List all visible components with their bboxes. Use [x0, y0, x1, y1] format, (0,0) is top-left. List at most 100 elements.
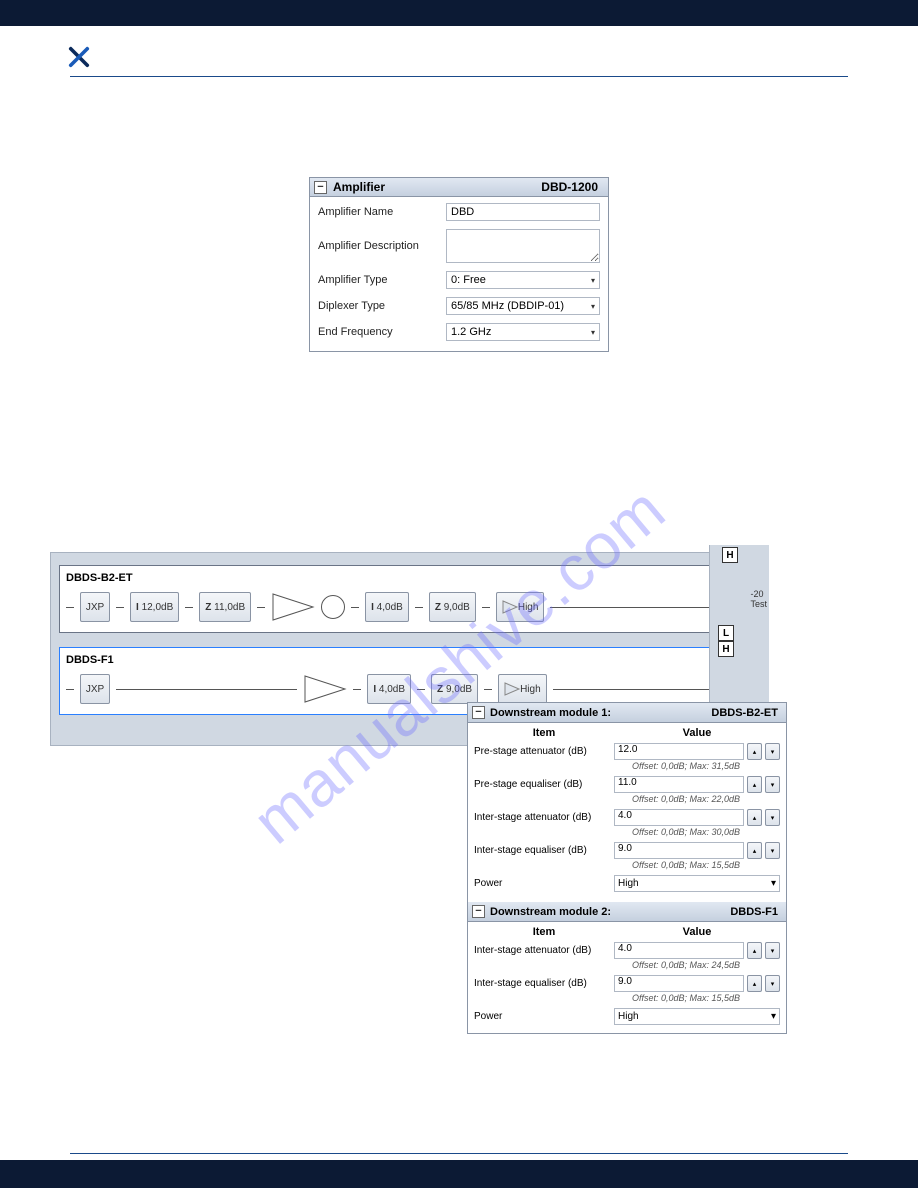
spin-down-button[interactable]: ▾: [765, 743, 780, 760]
spin-up-button[interactable]: ▴: [747, 942, 762, 959]
module-1-box[interactable]: DBDS-B2-ET JXP I 12,0dB Z 11,0dB I 4,0dB…: [59, 565, 741, 633]
amplifier-panel-header[interactable]: − Amplifier DBD-1200: [310, 178, 608, 197]
logo-row: [70, 46, 848, 68]
int-eq-input[interactable]: 9.0: [614, 842, 744, 859]
power-value: High: [618, 878, 639, 889]
downstream-1-header[interactable]: − Downstream module 1: DBDS-B2-ET: [468, 703, 786, 723]
downstream-1-module: DBDS-B2-ET: [711, 707, 782, 719]
diplexer-type-value: 65/85 MHz (DBDIP-01): [451, 300, 564, 312]
spin-up-button[interactable]: ▴: [747, 975, 762, 992]
col-item: Item: [474, 926, 614, 938]
pre-att-value: 12,0dB: [142, 602, 174, 613]
pre-eq-input[interactable]: 11.0: [614, 776, 744, 793]
int-att-input[interactable]: 4.0: [614, 809, 744, 826]
pre-eq-label: Pre-stage equaliser (dB): [474, 779, 614, 790]
amplifier-panel-model: DBD-1200: [541, 180, 604, 194]
lower-area: DBDS-B2-ET JXP I 12,0dB Z 11,0dB I 4,0dB…: [70, 552, 848, 1082]
int-eq-value: 9,0dB: [446, 684, 472, 695]
spin-down-button[interactable]: ▾: [765, 842, 780, 859]
chevron-down-icon: ▾: [591, 302, 595, 311]
spin-up-button[interactable]: ▴: [747, 776, 762, 793]
pre-att-block[interactable]: I 12,0dB: [130, 592, 179, 622]
footer-rule: [70, 1153, 848, 1154]
downstream-1-body: ItemValue Pre-stage attenuator (dB)12.0▴…: [468, 723, 786, 902]
jxp-block[interactable]: JXP: [80, 674, 110, 704]
power-label: Power: [474, 878, 614, 889]
logo-icon: [68, 46, 90, 68]
equaliser-icon: Z: [205, 602, 211, 613]
amplifier-panel-body: Amplifier Name Amplifier Description Amp…: [310, 197, 608, 351]
equaliser-icon: Z: [437, 684, 443, 695]
pre-eq-hint: Offset: 0,0dB; Max: 22,0dB: [474, 794, 780, 804]
spin-down-button[interactable]: ▾: [765, 942, 780, 959]
pre-att-label: Pre-stage attenuator (dB): [474, 746, 614, 757]
amplifier-name-label: Amplifier Name: [318, 206, 446, 218]
spin-up-button[interactable]: ▴: [747, 743, 762, 760]
power-value: High: [518, 602, 539, 613]
chevron-down-icon: ▾: [591, 276, 595, 285]
power-block[interactable]: High: [496, 592, 545, 622]
jxp-block[interactable]: JXP: [80, 592, 110, 622]
pre-eq-block[interactable]: Z 11,0dB: [199, 592, 251, 622]
int-eq-input[interactable]: 9.0: [614, 975, 744, 992]
power-select[interactable]: High▾: [614, 875, 780, 892]
h-port-icon: H: [722, 547, 738, 563]
amplifier-panel: − Amplifier DBD-1200 Amplifier Name Ampl…: [309, 177, 609, 352]
int-att-input[interactable]: 4.0: [614, 942, 744, 959]
spin-down-button[interactable]: ▾: [765, 809, 780, 826]
amplifier-icon: [303, 674, 347, 704]
pre-att-hint: Offset: 0,0dB; Max: 31,5dB: [474, 761, 780, 771]
power-value: High: [520, 684, 541, 695]
coupler-icon: [321, 595, 345, 619]
int-att-value: 4,0dB: [377, 602, 403, 613]
int-eq-value: 9,0dB: [444, 602, 470, 613]
power-block[interactable]: High: [498, 674, 547, 704]
attenuator-icon: I: [371, 602, 374, 613]
header-rule: [70, 76, 848, 77]
collapse-icon[interactable]: −: [472, 706, 485, 719]
pre-att-input[interactable]: 12.0: [614, 743, 744, 760]
chevron-down-icon: ▾: [771, 1011, 776, 1022]
amplifier-name-input[interactable]: [446, 203, 600, 221]
spin-down-button[interactable]: ▾: [765, 975, 780, 992]
end-frequency-value: 1.2 GHz: [451, 326, 491, 338]
testpoint-label: -20Test: [750, 589, 767, 609]
equaliser-icon: Z: [435, 602, 441, 613]
collapse-icon[interactable]: −: [472, 905, 485, 918]
spin-up-button[interactable]: ▴: [747, 842, 762, 859]
diplexer-type-select[interactable]: 65/85 MHz (DBDIP-01) ▾: [446, 297, 600, 315]
int-eq-block[interactable]: Z 9,0dB: [429, 592, 476, 622]
diplexer-type-label: Diplexer Type: [318, 300, 446, 312]
module-2-title: DBDS-F1: [66, 654, 734, 666]
int-att-block[interactable]: I 4,0dB: [365, 592, 409, 622]
collapse-icon[interactable]: −: [314, 181, 327, 194]
amplifier-desc-label: Amplifier Description: [318, 240, 446, 252]
spin-down-button[interactable]: ▾: [765, 776, 780, 793]
l-port-icon: L: [718, 625, 734, 641]
end-frequency-select[interactable]: 1.2 GHz▾: [446, 323, 600, 341]
int-eq-label: Inter-stage equaliser (dB): [474, 845, 614, 856]
page-content: − Amplifier DBD-1200 Amplifier Name Ampl…: [0, 26, 918, 1112]
amplifier-desc-input[interactable]: [446, 229, 600, 263]
power-value: High: [618, 1011, 639, 1022]
int-att-hint: Offset: 0,0dB; Max: 30,0dB: [474, 827, 780, 837]
int-eq-hint: Offset: 0,0dB; Max: 15,5dB: [474, 860, 780, 870]
module-1-title: DBDS-B2-ET: [66, 572, 734, 584]
downstream-2-header[interactable]: − Downstream module 2: DBDS-F1: [468, 902, 786, 922]
int-att-label: Inter-stage attenuator (dB): [474, 945, 614, 956]
int-att-block[interactable]: I 4,0dB: [367, 674, 411, 704]
bottom-bar: [0, 1160, 918, 1188]
amplifier-type-value: 0: Free: [451, 274, 486, 286]
power-select[interactable]: High ▾: [614, 1008, 780, 1025]
downstream-2-module: DBDS-F1: [730, 906, 782, 918]
int-att-hint: Offset: 0,0dB; Max: 24,5dB: [474, 960, 780, 970]
int-eq-block[interactable]: Z 9,0dB: [431, 674, 478, 704]
col-value: Value: [614, 926, 780, 938]
pre-eq-value: 11,0dB: [214, 602, 245, 613]
amplifier-type-select[interactable]: 0: Free ▾: [446, 271, 600, 289]
downstream-2-body: ItemValue Inter-stage attenuator (dB)4.0…: [468, 922, 786, 1033]
spin-up-button[interactable]: ▴: [747, 809, 762, 826]
int-eq-hint: Offset: 0,0dB; Max: 15,5dB: [474, 993, 780, 1003]
amplifier-icon: [271, 592, 315, 622]
amplifier-panel-title: Amplifier: [333, 180, 385, 194]
